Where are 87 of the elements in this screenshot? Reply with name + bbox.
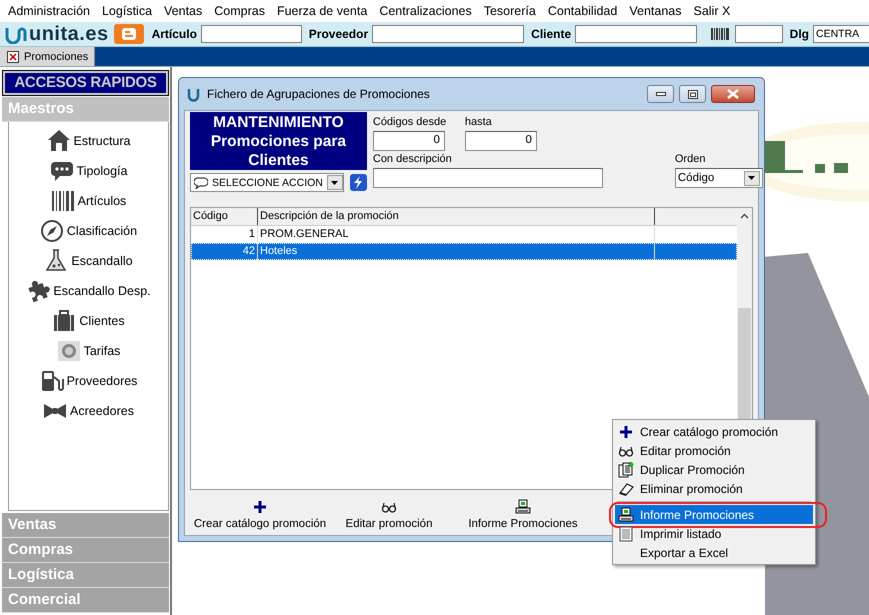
field-label: hasta: [464, 116, 493, 129]
toolbar-button[interactable]: Crear catálogo promoción: [190, 498, 330, 530]
menu-item[interactable]: Fuerza de venta: [270, 4, 374, 18]
speech-bubble-icon: [194, 176, 208, 188]
lightning-icon: [353, 176, 364, 189]
dropdown-arrow-icon: [748, 176, 756, 180]
printer-icon: [618, 506, 634, 522]
input-field[interactable]: 0: [464, 131, 537, 151]
toolbar-button[interactable]: Editar promoción: [330, 498, 448, 530]
field-label: Proveedor: [308, 27, 368, 41]
close-icon: [727, 89, 739, 99]
barcode-icon: [710, 28, 729, 40]
menu-item[interactable]: Ventas: [158, 4, 208, 18]
lined-page-icon: [618, 526, 634, 542]
input-field[interactable]: CENTRA: [813, 25, 869, 43]
copy-documents-icon: [618, 462, 634, 478]
menu-item[interactable]: Logística: [96, 4, 158, 18]
field-label: Artículo: [152, 27, 197, 41]
menu-item[interactable]: Salir X: [687, 4, 736, 18]
field-label: Cliente: [531, 27, 572, 41]
fuel-pump-icon: [40, 369, 64, 393]
menu-item[interactable]: Contabilidad: [542, 4, 624, 18]
run-action-button[interactable]: [350, 174, 367, 191]
menu-item[interactable]: Administración: [2, 4, 96, 18]
shortcut-link[interactable]: Clientes: [79, 314, 125, 328]
window-title: Fichero de Agrupaciones de Promociones: [207, 87, 431, 101]
input-field[interactable]: [575, 25, 697, 43]
puzzle-icon: [26, 279, 50, 303]
swirl-logo-icon: [186, 86, 202, 102]
order-dropdown[interactable]: Código: [674, 168, 763, 188]
menu-item[interactable]: Exportar a Excel: [615, 543, 813, 562]
plus-icon: [252, 498, 268, 514]
printer-icon: [515, 498, 531, 514]
shortcut-link[interactable]: Escandallo: [71, 254, 133, 268]
shortcut-link[interactable]: Estructura: [74, 134, 130, 148]
shortcut-link[interactable]: Clasificación: [66, 224, 138, 238]
minimize-button[interactable]: [647, 85, 674, 103]
action-dropdown[interactable]: SELECCIONE ACCION: [190, 173, 344, 192]
menu-item[interactable]: Centralizaciones: [373, 4, 478, 18]
input-field[interactable]: 0: [372, 131, 445, 151]
field-label: Con descripción: [372, 153, 453, 166]
form-header: MANTENIMIENTO Promociones para Clientes: [190, 112, 367, 170]
input-field[interactable]: [372, 25, 524, 43]
close-button[interactable]: [711, 85, 755, 103]
logo-text: unita.es: [29, 24, 109, 44]
compass-icon: [40, 219, 64, 243]
column-header[interactable]: Código: [191, 208, 258, 225]
flask-icon: [44, 249, 68, 273]
shortcut-link[interactable]: Proveedores: [66, 374, 138, 388]
maximize-icon: [688, 90, 698, 98]
briefcase-icon: [52, 309, 76, 333]
shortcut-link[interactable]: Artículos: [78, 194, 126, 208]
menu-item[interactable]: Crear catálogo promoción: [615, 422, 813, 441]
menu-item[interactable]: Compras: [208, 4, 271, 18]
dropdown-arrow-icon: [331, 180, 338, 184]
input-field[interactable]: [200, 25, 302, 43]
shortcut-link[interactable]: Escandallo Desp.: [53, 284, 151, 298]
shortcut-link[interactable]: Acreedores: [70, 404, 134, 418]
menu-item[interactable]: Imprimir listado: [615, 524, 813, 543]
input-field[interactable]: [372, 168, 603, 188]
column-header[interactable]: Descripción de la promoción: [258, 208, 655, 225]
menu-item[interactable]: Ventanas: [623, 4, 688, 18]
menu-item[interactable]: Editar promoción: [615, 441, 813, 460]
menu-item[interactable]: Duplicar Promoción: [615, 460, 813, 479]
close-icon: [7, 50, 19, 62]
minimize-icon: [656, 92, 666, 96]
maximize-button[interactable]: [679, 85, 706, 103]
menu-item[interactable]: Tesorería: [478, 4, 542, 18]
plus-icon: [618, 424, 634, 440]
field-label: Orden: [674, 153, 706, 166]
chat-bubble-icon: [50, 159, 74, 183]
sidebar-title: ACCESOS RAPIDOS: [3, 71, 168, 95]
shortcut-link[interactable]: Tipología: [76, 164, 128, 178]
toolbar-button[interactable]: Informe Promociones: [458, 498, 588, 530]
menu-item[interactable]: Informe Promociones: [615, 505, 813, 524]
field-label: Dlg: [790, 27, 810, 41]
coin-icon: [56, 339, 81, 363]
house-icon: [46, 129, 71, 153]
tab[interactable]: Promociones: [0, 47, 96, 66]
blog-icon: [112, 23, 145, 45]
eraser-icon: [618, 480, 634, 496]
field-label: Códigos desde: [372, 116, 448, 129]
table-row[interactable]: 42 Hoteles: [191, 243, 737, 260]
input-field[interactable]: [734, 25, 783, 43]
barcode-icon: [50, 189, 75, 213]
menu-item[interactable]: Eliminar promoción: [615, 479, 813, 498]
shortcut-link[interactable]: Tarifas: [84, 344, 120, 358]
